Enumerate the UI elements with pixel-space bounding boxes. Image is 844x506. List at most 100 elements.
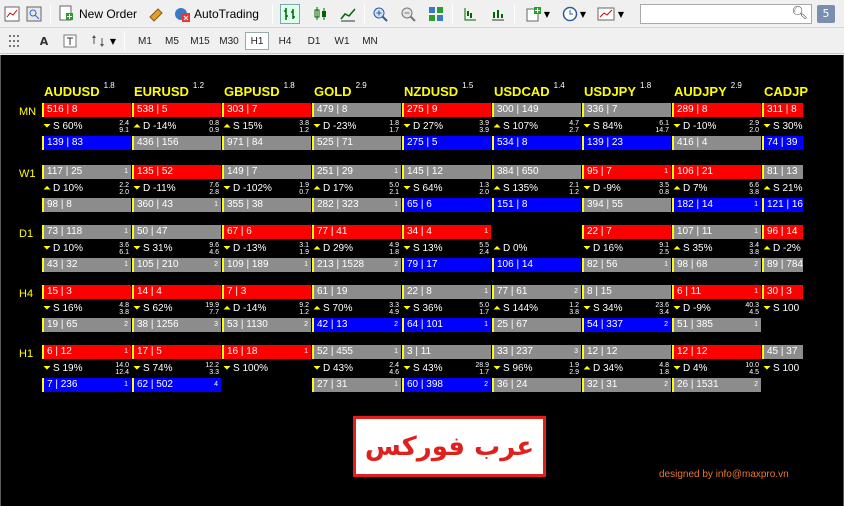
arrow-down-icon: ⏷ [43, 363, 51, 374]
bar-value: 479 | 8 [317, 104, 348, 115]
periods-clock-icon[interactable] [560, 4, 580, 24]
signal-bar-top: 251 | 29 1 [312, 165, 401, 179]
ratio-lower: 1.8 [659, 369, 669, 376]
mailbox-badge[interactable]: 5 [817, 5, 835, 23]
dashboard-chart[interactable]: AUDUSD 1.8 EURUSD 1.2 GBPUSD 1.8 GOLD 2.9 NZDUSD… [0, 55, 844, 506]
signal-bar-bottom: 98 | 68 2 [672, 258, 761, 272]
symbol-name: NZDUSD [404, 84, 459, 99]
signal-cell: 275 | 9 275 | 5 ⏷ D 27% 3.9 3.9 [402, 103, 491, 157]
summary-text: D -14% [143, 121, 177, 132]
timeframe-h4[interactable]: H4 [273, 32, 297, 50]
signal-bar-top: 96 | 14 [762, 225, 803, 239]
bar-value: 36 | 24 [497, 379, 528, 390]
signal-summary: ⏶ D -14% 0.8 0.9 [132, 118, 221, 135]
signal-cell: 251 | 29 1 282 | 323 1 ⏶ D 17% 5.0 2.1 [312, 165, 401, 219]
arrow-up-icon: ⏶ [673, 183, 681, 194]
zoom-chart-icon[interactable] [24, 4, 44, 24]
signal-cell: 77 | 41 213 | 1528 2 ⏶ D 29% 4.9 1.8 [312, 225, 401, 279]
metaeditor-icon[interactable] [146, 4, 166, 24]
search-input[interactable]: 🔍︎ [640, 4, 812, 24]
line-chart-icon[interactable] [338, 4, 358, 24]
chevron-down-icon[interactable]: ▼ [108, 31, 118, 51]
bar-count: 1 [664, 261, 668, 268]
bar-value: 384 | 650 [497, 166, 539, 177]
chevron-down-icon[interactable]: ▼ [616, 4, 626, 24]
summary-text: D -102% [233, 183, 272, 194]
templates-icon[interactable] [596, 4, 616, 24]
text-icon[interactable]: A [34, 31, 54, 51]
bar-count: 1 [394, 381, 398, 388]
timeframe-m15[interactable]: M15 [187, 32, 213, 50]
search-icon[interactable]: 🔍︎ [791, 6, 808, 21]
arrows-icon[interactable] [88, 31, 108, 51]
signal-bar-top: 22 | 8 1 [402, 285, 491, 299]
ratio-upper: 12.2 [205, 362, 219, 369]
text-label-icon[interactable] [60, 31, 80, 51]
timeframe-h1[interactable]: H1 [245, 32, 269, 50]
summary-text: D 43% [323, 363, 354, 374]
ratio-upper: 28.9 [475, 362, 489, 369]
summary-ratios: 3.5 0.8 [659, 182, 669, 196]
tile-windows-icon[interactable] [426, 4, 446, 24]
summary-text: S 96% [503, 363, 533, 374]
ratio-lower: 2.0 [479, 189, 489, 196]
ratio-lower: 1.7 [389, 127, 399, 134]
signal-bar-top: 61 | 19 [312, 285, 401, 299]
bar-chart-icon[interactable] [280, 4, 300, 24]
signal-bar-top: 8 | 15 [582, 285, 671, 299]
signal-cell: 106 | 14 ⏶ D 0% [492, 225, 581, 279]
signal-cell: 52 | 455 1 27 | 31 1 ⏷ D 43% 2.4 4.6 [312, 345, 401, 399]
autoscroll-icon[interactable] [488, 4, 508, 24]
summary-text: D 7% [683, 183, 708, 194]
signal-cell: 73 | 118 1 43 | 32 1 ⏷ D 10% 3.6 6.1 [42, 225, 131, 279]
new-order-button[interactable]: New Order [58, 3, 137, 25]
summary-text: D -10% [683, 121, 717, 132]
ratio-upper: 9.2 [299, 302, 309, 309]
ratio-upper: 5.5 [479, 242, 489, 249]
bar-value: 971 | 84 [227, 137, 263, 148]
chart-shift-icon[interactable] [460, 4, 480, 24]
timeframe-m30[interactable]: M30 [216, 32, 242, 50]
timeframe-d1[interactable]: D1 [302, 32, 326, 50]
signal-bar-bottom: 213 | 1528 2 [312, 258, 401, 272]
new-chart-icon[interactable] [2, 4, 22, 24]
signal-summary: ⏶ D 10% 2.2 2.0 [42, 180, 131, 197]
chevron-down-icon[interactable]: ▼ [578, 4, 588, 24]
timeframe-m1[interactable]: M1 [133, 32, 157, 50]
bar-count: 1 [754, 201, 758, 208]
bar-count: 1 [124, 381, 128, 388]
bar-value: 51 | 385 [677, 319, 713, 330]
new-order-icon [58, 5, 76, 23]
bar-value: 62 | 502 [137, 379, 173, 390]
autotrading-button[interactable]: AutoTrading [173, 3, 259, 25]
chevron-down-icon[interactable]: ▼ [542, 4, 552, 24]
summary-text: D -11% [143, 183, 176, 194]
indicators-icon[interactable] [524, 4, 544, 24]
zoom-out-icon[interactable] [398, 4, 418, 24]
arrow-down-icon: ⏷ [583, 303, 591, 314]
ratio-upper: 3.3 [389, 302, 399, 309]
signal-bar-bottom: 139 | 23 [582, 136, 671, 150]
timeframe-w1[interactable]: W1 [330, 32, 354, 50]
timeframe-m5[interactable]: M5 [160, 32, 184, 50]
candlestick-icon[interactable] [310, 4, 330, 24]
summary-ratios: 2.1 1.2 [569, 182, 579, 196]
ratio-upper: 1.9 [569, 362, 579, 369]
bar-count: 1 [124, 168, 128, 175]
arrow-down-icon: ⏷ [583, 183, 591, 194]
timeframe-mn[interactable]: MN [358, 32, 382, 50]
zoom-in-icon[interactable] [370, 4, 390, 24]
bar-value: 30 | 3 [767, 286, 792, 297]
ratio-lower: 1.2 [299, 127, 309, 134]
ratio-upper: 14.0 [115, 362, 129, 369]
signal-bar-bottom: 971 | 84 [222, 136, 311, 150]
summary-ratios: 23.6 3.4 [655, 302, 669, 316]
summary-text: S 16% [53, 303, 83, 314]
bar-value: 135 | 52 [137, 166, 173, 177]
summary-ratios: 9.1 2.5 [659, 242, 669, 256]
ratio-upper: 0.8 [209, 120, 219, 127]
bar-count: 2 [484, 381, 488, 388]
arrow-down-icon: ⏷ [223, 363, 231, 374]
summary-text: D 34% [593, 363, 624, 374]
ratio-upper: 40.3 [745, 302, 759, 309]
